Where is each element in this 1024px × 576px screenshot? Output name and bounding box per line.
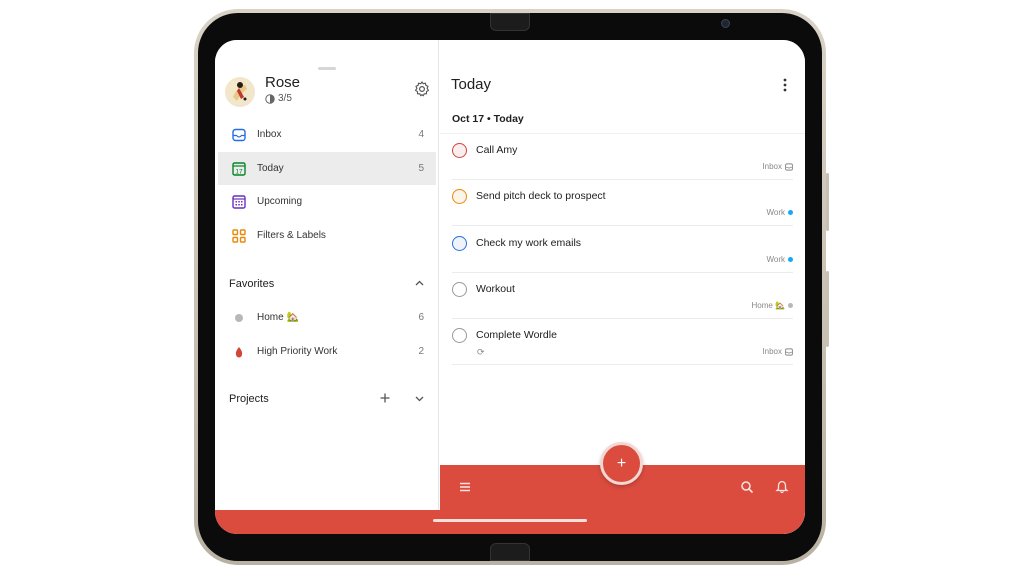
task-row[interactable]: Send pitch deck to prospect Work [452,180,793,227]
add-task-button[interactable]: + [600,442,643,485]
add-project-plus-icon[interactable] [380,393,390,403]
home-indicator[interactable] [433,519,587,522]
front-camera [721,19,730,28]
inbox-icon [785,162,793,171]
notifications-bell-icon[interactable] [775,480,789,494]
nav-count: 2 [418,346,424,357]
svg-text:17: 17 [235,168,243,175]
nav-count: 4 [418,129,424,140]
hinge-bottom [490,543,530,561]
project-name: Inbox [762,347,782,357]
navigation-drawer: Rose 3/5 Inbox 4 17 Today 5 Upcoming Fil… [215,40,439,510]
task-title: Complete Wordle [476,329,557,342]
favorite-item-home[interactable]: Home 🏡 6 [218,301,436,334]
power-button [826,271,829,347]
nav-count: 5 [418,163,424,174]
task-row[interactable]: Call Amy Inbox [452,134,793,180]
nav-label: Inbox [257,129,282,140]
task-title: Check my work emails [476,236,582,249]
inbox-icon [785,348,793,356]
project-name: Work [766,254,785,264]
search-icon[interactable] [740,480,754,494]
profile-header[interactable]: Rose 3/5 [225,74,431,114]
task-project-label: Work [766,208,793,217]
task-title: Send pitch deck to prospect [476,190,606,203]
page-title: Today [451,76,492,93]
project-name: Inbox [762,162,782,171]
project-name: Home 🏡 [751,300,785,310]
drag-handle[interactable] [318,67,336,70]
drawer-footer-bar [215,510,440,534]
filters-grid-icon [232,228,246,243]
calendar-today-icon: 17 [232,161,246,176]
chevron-down-icon[interactable] [415,396,424,402]
nav-item-today[interactable]: 17 Today 5 [218,152,436,185]
chevron-up-icon[interactable] [415,280,424,286]
favorite-item-high-priority-work[interactable]: High Priority Work 2 [218,335,436,368]
project-color-dot [788,256,793,262]
nav-label: High Priority Work [257,346,338,357]
avatar-illustration-icon [233,82,247,101]
task-row[interactable]: Complete Wordle ⟳ Inbox [452,319,793,366]
task-complete-checkbox[interactable] [452,235,467,251]
profile-name: Rose [265,74,301,91]
nav-item-filters-labels[interactable]: Filters & Labels [218,219,436,252]
task-project-label: Inbox [762,347,793,356]
project-color-dot [788,210,793,216]
nav-label: Filters & Labels [257,230,326,241]
project-color-dot [788,302,793,308]
karma-value: 3/5 [278,93,292,104]
date-section-header: Oct 17 • Today [452,113,524,125]
nav-count: 6 [418,312,424,323]
avatar[interactable] [225,77,255,107]
nav-label: Upcoming [257,196,303,207]
nav-item-inbox[interactable]: Inbox 4 [218,118,436,151]
menu-hamburger-icon[interactable] [458,480,472,494]
project-color-dot [232,311,246,325]
task-complete-checkbox[interactable] [452,189,467,205]
task-complete-checkbox[interactable] [452,281,467,297]
volume-button [826,173,829,231]
nav-label: Home 🏡 [257,312,299,323]
karma-progress: 3/5 [265,93,292,104]
calendar-upcoming-icon [232,194,246,209]
karma-icon [265,93,275,104]
hinge-top [490,13,530,31]
today-view: Today Oct 17 • Today Call Amy Inbox Send p… [440,40,805,534]
recurring-icon: ⟳ [477,347,485,358]
task-complete-checkbox[interactable] [452,143,467,158]
nav-label: Today [257,163,284,174]
task-row[interactable]: Workout Home 🏡 [452,273,793,319]
project-name: Work [766,208,785,218]
droplet-icon [235,346,243,357]
favorites-heading: Favorites [229,278,275,290]
task-title: Workout [476,282,515,295]
task-complete-checkbox[interactable] [452,328,467,344]
settings-gear-icon[interactable] [413,80,431,98]
task-project-label: Work [766,255,793,264]
more-vertical-icon[interactable] [783,78,787,92]
inbox-icon [232,128,246,141]
task-project-label: Home 🏡 [751,301,793,310]
nav-item-upcoming[interactable]: Upcoming [218,185,436,218]
task-title: Call Amy [476,144,518,156]
task-row[interactable]: Check my work emails Work [452,227,793,273]
projects-heading: Projects [229,393,269,405]
screen: 10:45 Rose 3/5 [215,40,805,534]
task-project-label: Inbox [762,162,793,171]
